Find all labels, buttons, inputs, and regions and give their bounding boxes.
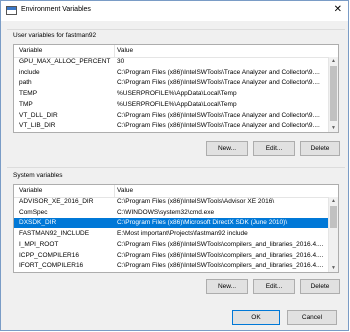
system-edit-button[interactable]: Edit...: [253, 279, 295, 294]
cancel-button[interactable]: Cancel: [287, 310, 337, 325]
user-delete-button[interactable]: Delete: [300, 141, 340, 156]
variable-name-cell: VT_LIB_DIR: [19, 122, 56, 130]
variable-value-cell: C:\Program Files (x86)\IntelSWTools\Trac…: [117, 68, 320, 76]
variable-value-cell: %USERPROFILE%\AppData\Local\Temp: [117, 100, 237, 108]
table-row[interactable]: TMP %USERPROFILE%\AppData\Local\Temp: [14, 100, 329, 110]
table-row[interactable]: DXSDK_DIR C:\Program Files (x86)\Microsof…: [14, 218, 329, 229]
environment-variables-dialog: Environment Variables ✕ User variables f…: [0, 0, 349, 331]
column-header-value[interactable]: Value: [117, 47, 133, 54]
user-edit-button[interactable]: Edit...: [253, 141, 295, 156]
variable-name-cell: FASTMAN92_INCLUDE: [19, 230, 90, 238]
system-delete-button[interactable]: Delete: [300, 279, 340, 294]
column-header-value[interactable]: Value: [117, 187, 133, 194]
variable-value-cell: C:\Program Files (x86)\IntelSWTools\Advi…: [117, 198, 275, 205]
variable-value-cell: C:\WINDOWS\system32\cmd.exe: [117, 208, 215, 216]
variable-value-cell: C:\Program Files (x86)\IntelSWTools\comp…: [117, 240, 324, 248]
system-list-scrollbar[interactable]: ▲ ▼: [328, 197, 338, 272]
table-row[interactable]: ADVISOR_XE_2016_DIR C:\Program Files (x86…: [14, 197, 329, 207]
table-row[interactable]: IFORT_COMPILER16 C:\Program Files (x86)\I…: [14, 261, 329, 271]
scroll-down-icon[interactable]: ▼: [329, 264, 338, 272]
user-variables-label: User variables for fastman92: [13, 32, 97, 39]
scroll-up-icon[interactable]: ▲: [329, 197, 338, 205]
variable-value-cell: %USERPROFILE%\AppData\Local\Temp: [117, 90, 237, 98]
table-row[interactable]: GPU_MAX_ALLOC_PERCENT 30: [14, 57, 329, 67]
variable-name-cell: path: [19, 79, 32, 87]
variable-name-cell: I_MPI_ROOT: [19, 240, 59, 248]
system-variables-label: System variables: [13, 172, 63, 179]
scroll-down-icon[interactable]: ▼: [329, 124, 338, 132]
table-row[interactable]: ICPP_COMPILER16 C:\Program Files (x86)\In…: [14, 251, 329, 261]
variable-value-cell: C:\Program Files (x86)\IntelSWTools\comp…: [117, 251, 324, 259]
variable-value-cell: 30: [117, 58, 125, 65]
variable-name-cell: DXSDK_DIR: [19, 219, 57, 227]
variable-name-cell: IFORT_COMPILER16: [19, 262, 84, 270]
variable-value-cell: E:\Most important\Projects\fastman92 inc…: [117, 230, 248, 238]
variable-value-cell: C:\Program Files (x86)\IntelSWTools\Trac…: [117, 79, 320, 87]
table-row[interactable]: VT_DLL_DIR C:\Program Files (x86)\IntelSW…: [14, 111, 329, 121]
variable-name-cell: ICPP_COMPILER16: [19, 251, 79, 259]
window-title: Environment Variables: [21, 6, 91, 13]
variable-value-cell: C:\Program Files (x86)\IntelSWTools\comp…: [117, 262, 324, 270]
ok-button[interactable]: OK: [232, 310, 280, 325]
window-icon: [6, 6, 17, 15]
table-row[interactable]: include C:\Program Files (x86)\IntelSWToo…: [14, 68, 329, 78]
title-bar[interactable]: Environment Variables ✕: [1, 1, 348, 21]
scroll-thumb[interactable]: [330, 206, 337, 228]
table-row[interactable]: VT_LIB_DIR C:\Program Files (x86)\IntelSW…: [14, 121, 329, 131]
variable-value-cell: C:\Program Files (x86)\IntelSWTools\Trac…: [117, 111, 320, 119]
column-header-variable[interactable]: Variable: [19, 187, 42, 194]
scroll-up-icon[interactable]: ▲: [329, 57, 338, 65]
table-row[interactable]: path C:\Program Files (x86)\IntelSWTools\…: [14, 78, 329, 88]
column-header-variable[interactable]: Variable: [19, 47, 42, 54]
variable-name-cell: GPU_MAX_ALLOC_PERCENT: [19, 58, 111, 65]
user-variables-list[interactable]: Variable Value GPU_MAX_ALLOC_PERCENT 30 in…: [13, 44, 339, 133]
user-list-scrollbar[interactable]: ▲ ▼: [328, 57, 338, 132]
variable-name-cell: VT_DLL_DIR: [19, 111, 58, 119]
variable-name-cell: TMP: [19, 100, 33, 108]
close-icon[interactable]: ✕: [334, 4, 342, 16]
variable-name-cell: include: [19, 68, 40, 76]
variable-name-cell: ADVISOR_XE_2016_DIR: [19, 198, 94, 205]
table-row[interactable]: ComSpec C:\WINDOWS\system32\cmd.exe: [14, 208, 329, 218]
variable-value-cell: C:\Program Files (x86)\Microsoft DirectX…: [117, 219, 288, 227]
table-row[interactable]: FASTMAN92_INCLUDE E:\Most important\Proje…: [14, 229, 329, 239]
variable-value-cell: C:\Program Files (x86)\IntelSWTools\Trac…: [117, 122, 320, 130]
scroll-thumb[interactable]: [330, 66, 337, 121]
variable-name-cell: TEMP: [19, 90, 38, 98]
table-row[interactable]: TEMP %USERPROFILE%\AppData\Local\Temp: [14, 89, 329, 99]
system-variables-list[interactable]: Variable Value ADVISOR_XE_2016_DIR C:\Pro…: [13, 184, 339, 273]
system-new-button[interactable]: New...: [206, 279, 248, 294]
user-new-button[interactable]: New...: [206, 141, 248, 156]
table-row[interactable]: I_MPI_ROOT C:\Program Files (x86)\IntelSW…: [14, 240, 329, 250]
variable-name-cell: ComSpec: [19, 208, 48, 216]
